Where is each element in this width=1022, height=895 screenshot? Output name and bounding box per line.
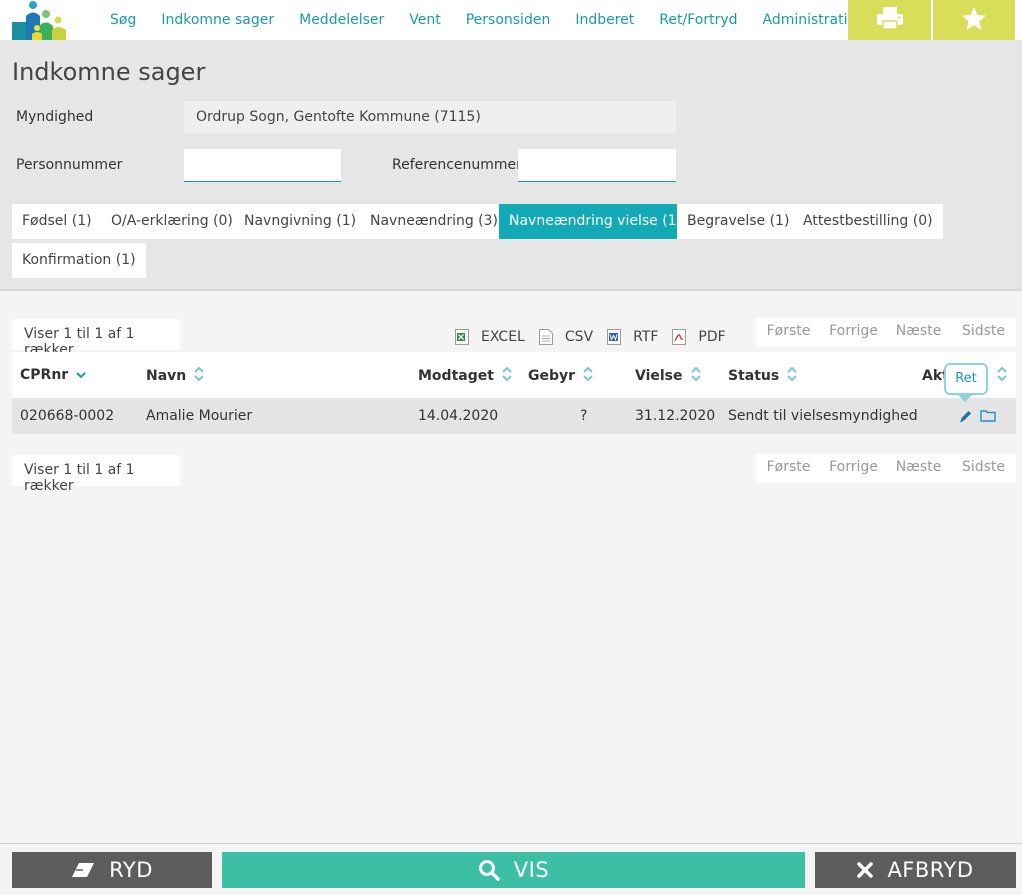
- afbryd-label: AFBRYD: [887, 858, 974, 882]
- export-rtf-label: RTF: [633, 329, 659, 345]
- print-button[interactable]: [848, 0, 931, 40]
- pager-next-button[interactable]: Næste: [886, 454, 951, 483]
- cell-cprnr: 020668-0002: [20, 408, 115, 424]
- ryd-button[interactable]: RYD: [12, 852, 212, 888]
- cell-status: Sendt til vielsesmyndighed: [728, 408, 918, 424]
- nav-personsiden[interactable]: Personsiden: [466, 12, 551, 28]
- export-pdf-label: PDF: [698, 329, 726, 345]
- column-cprnr[interactable]: CPRnr: [20, 367, 86, 383]
- edit-tooltip: Ret: [944, 363, 988, 395]
- cell-vielse: 31.12.2020: [635, 408, 716, 424]
- export-csv-button[interactable]: CSV: [538, 329, 594, 345]
- column-modtaget[interactable]: Modtaget: [418, 366, 512, 385]
- cell-modtaget: 14.04.2020: [418, 408, 499, 424]
- tab-fodsel[interactable]: Fødsel (1): [12, 204, 102, 239]
- rtf-icon: [607, 329, 622, 345]
- excel-icon: [455, 329, 469, 345]
- column-gebyr-label: Gebyr: [528, 368, 576, 384]
- tab-navneaendring[interactable]: Navneændring (3): [360, 204, 509, 239]
- tooltip-arrow: [958, 395, 972, 402]
- page-title: Indkomne sager: [12, 58, 206, 86]
- afbryd-button[interactable]: AFBRYD: [815, 852, 1016, 888]
- column-navn[interactable]: Navn: [146, 366, 204, 385]
- pager-last-button[interactable]: Sidste: [951, 454, 1016, 483]
- search-icon: [478, 859, 500, 881]
- pager-last-button[interactable]: Sidste: [951, 318, 1016, 347]
- logo-icon[interactable]: [12, 0, 68, 40]
- personnummer-input[interactable]: [184, 149, 341, 182]
- pager-previous-button[interactable]: Forrige: [821, 454, 886, 483]
- nav-indberet[interactable]: Indberet: [575, 12, 634, 28]
- sort-icon: [787, 366, 797, 385]
- pagination-bottom: Første Forrige Næste Sidste: [756, 454, 1016, 483]
- tab-konfirmation[interactable]: Konfirmation (1): [12, 243, 146, 278]
- nav-indkomne-sager[interactable]: Indkomne sager: [161, 12, 274, 28]
- footer-divider: [0, 843, 1022, 844]
- export-rtf-button[interactable]: RTF: [607, 329, 658, 345]
- sort-descending-icon: [76, 367, 86, 383]
- sort-icon: [502, 366, 512, 385]
- column-status-label: Status: [728, 368, 780, 384]
- vis-label: VIS: [513, 858, 550, 882]
- eraser-icon: [71, 862, 95, 878]
- cell-gebyr: ?: [580, 408, 588, 424]
- tab-oa-erklaering[interactable]: O/A-erklæring (0): [101, 204, 243, 239]
- tab-begravelse[interactable]: Begravelse (1): [677, 204, 800, 239]
- favorite-button[interactable]: [933, 0, 1015, 40]
- nav-ret-fortryd[interactable]: Ret/Fortryd: [659, 12, 737, 28]
- table-info-bottom: Viser 1 til 1 af 1 rækker: [12, 455, 180, 494]
- personnummer-label: Personnummer: [16, 157, 123, 173]
- referencenummer-label: Referencenummer: [392, 157, 522, 173]
- ryd-label: RYD: [109, 858, 153, 882]
- close-icon: [857, 862, 874, 878]
- vis-button[interactable]: VIS: [222, 852, 805, 888]
- tab-navngivning[interactable]: Navngivning (1): [234, 204, 367, 239]
- column-navn-label: Navn: [146, 368, 187, 384]
- column-gebyr[interactable]: Gebyr: [528, 366, 593, 385]
- pdf-icon: [672, 329, 687, 345]
- nav-sog[interactable]: Søg: [110, 12, 136, 28]
- csv-icon: [538, 329, 553, 345]
- sort-icon: [690, 366, 701, 385]
- export-pdf-button[interactable]: PDF: [672, 329, 726, 345]
- myndighed-field: Ordrup Sogn, Gentofte Kommune (7115): [184, 101, 676, 134]
- export-toolbar: EXCEL CSV RTF PDF: [455, 327, 740, 347]
- export-excel-label: EXCEL: [481, 329, 525, 345]
- nav-vent[interactable]: Vent: [409, 12, 440, 28]
- table-info-top: Viser 1 til 1 af 1 rækker: [12, 319, 180, 358]
- pager-first-button[interactable]: Første: [756, 454, 821, 483]
- cell-navn: Amalie Mourier: [146, 408, 253, 424]
- tab-attestbestilling[interactable]: Attestbestilling (0): [793, 204, 943, 239]
- top-navigation: Søg Indkomne sager Meddelelser Vent Pers…: [0, 0, 1022, 40]
- export-excel-button[interactable]: EXCEL: [455, 329, 525, 345]
- sort-icon: [997, 366, 1007, 385]
- pager-next-button[interactable]: Næste: [886, 318, 951, 347]
- referencenummer-input[interactable]: [518, 149, 676, 182]
- sort-icon: [583, 366, 593, 385]
- table-header: CPRnr Navn Modtaget Gebyr Vielse Status …: [12, 352, 1016, 398]
- tab-navneaendring-vielse[interactable]: Navneændring vielse (1): [499, 204, 693, 239]
- table-row[interactable]: 020668-0002 Amalie Mourier 14.04.2020 ? …: [12, 398, 1016, 434]
- nav-meddelelser[interactable]: Meddelelser: [299, 12, 384, 28]
- edit-icon[interactable]: [959, 409, 973, 427]
- column-status[interactable]: Status: [728, 366, 797, 385]
- column-cprnr-label: CPRnr: [20, 367, 69, 383]
- column-modtaget-label: Modtaget: [418, 368, 494, 384]
- folder-icon[interactable]: [980, 409, 996, 426]
- myndighed-label: Myndighed: [16, 109, 94, 125]
- column-vielse[interactable]: Vielse: [635, 366, 701, 385]
- search-panel: Indkomne sager Myndighed Ordrup Sogn, Ge…: [0, 40, 1022, 291]
- pagination-top: Første Forrige Næste Sidste: [756, 318, 1016, 347]
- print-icon: [876, 6, 904, 34]
- column-vielse-label: Vielse: [635, 368, 683, 384]
- pager-first-button[interactable]: Første: [756, 318, 821, 347]
- star-icon: [961, 6, 987, 35]
- export-csv-label: CSV: [564, 329, 594, 345]
- sort-icon: [194, 366, 204, 385]
- pager-previous-button[interactable]: Forrige: [821, 318, 886, 347]
